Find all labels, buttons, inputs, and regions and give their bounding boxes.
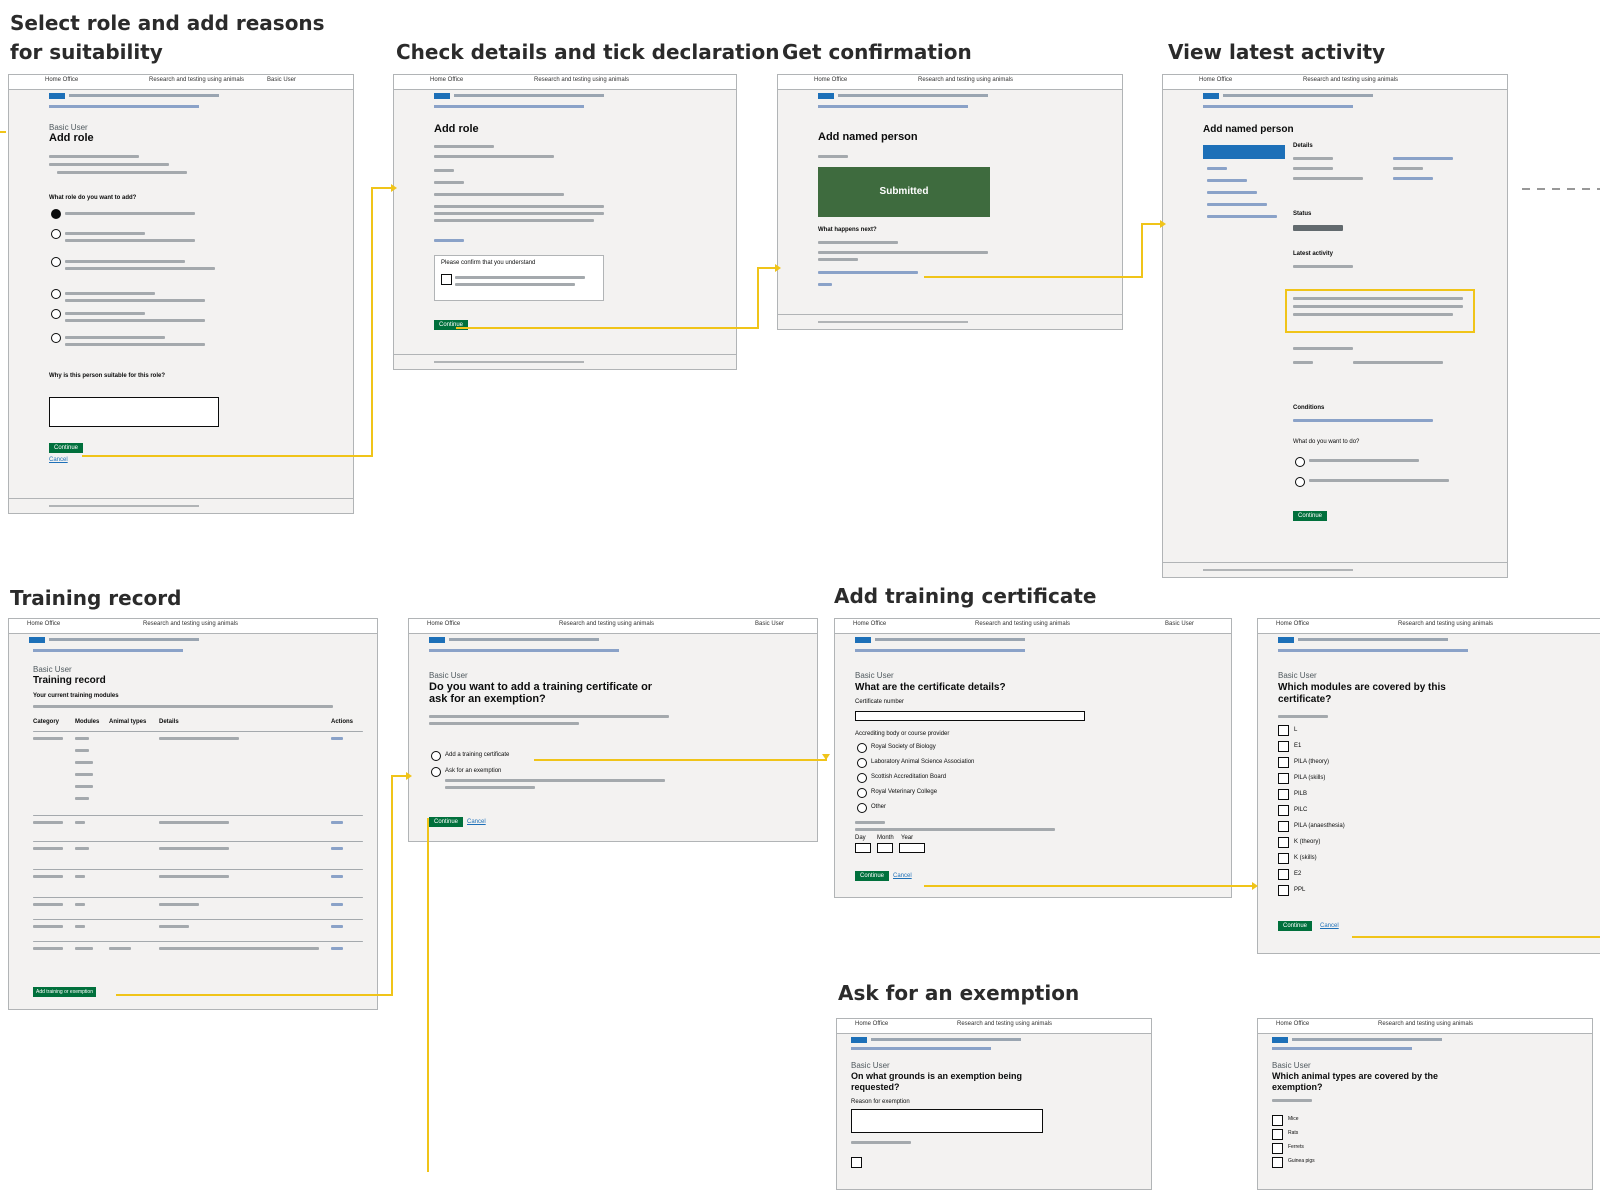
connector-6-7 (534, 754, 827, 761)
connector-5-6 (116, 775, 406, 996)
arrowhead-3 (1160, 220, 1166, 228)
arrowhead-4 (406, 772, 412, 780)
arrowhead-6 (1252, 882, 1258, 890)
connector-1-2 (82, 187, 391, 457)
arrowhead-1 (391, 184, 397, 192)
arrowhead-2 (775, 264, 781, 272)
flow-connectors (0, 131, 1600, 1172)
connector-2-3 (456, 267, 775, 329)
connector-3-4 (924, 223, 1160, 278)
